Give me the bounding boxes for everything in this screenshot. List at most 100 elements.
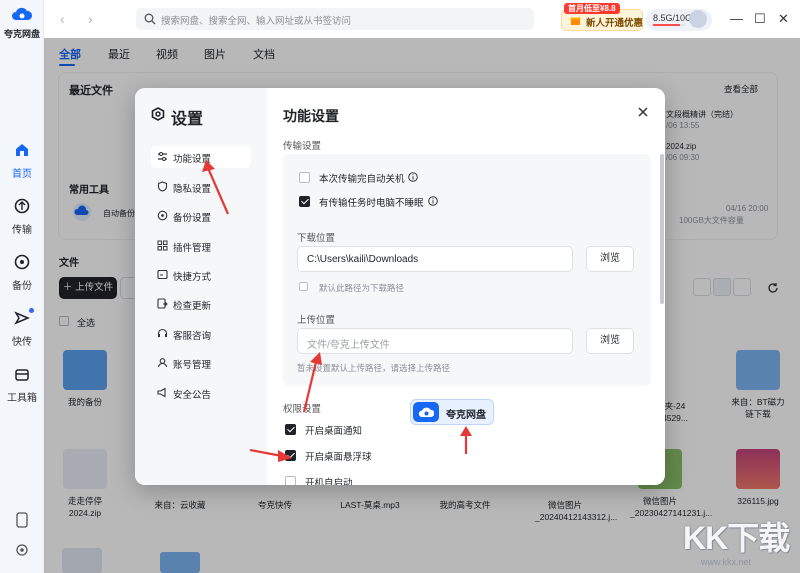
app-name: 夸克网盘 — [4, 29, 41, 39]
function-settings-title: 功能设置 — [283, 108, 339, 124]
close-window-icon[interactable]: ✕ — [778, 11, 789, 27]
info-icon[interactable] — [408, 172, 418, 182]
autostart-checkbox[interactable] — [285, 476, 296, 485]
settings-nav-shortcut[interactable]: 快捷方式 — [151, 264, 251, 286]
rail-item-label: 首页 — [12, 169, 32, 180]
search-placeholder: 搜索网盘、搜索全网、输入网址或从书签访问 — [161, 16, 352, 27]
settings-dialog: 设置 功能设置 隐私设置 备份设置 插件管理 快捷方式 检查更新 客服咨询 账号… — [135, 88, 665, 485]
watermark-logo: KK下载 www.kkx.net — [683, 513, 793, 567]
home-icon — [16, 144, 28, 156]
auto-shutdown-checkbox[interactable] — [299, 172, 310, 183]
red-arrow-annotation — [302, 352, 322, 413]
settings-nav-label: 客服咨询 — [173, 331, 212, 342]
settings-sidebar: 设置 功能设置 隐私设置 备份设置 插件管理 快捷方式 检查更新 客服咨询 账号… — [135, 88, 267, 485]
float-ball-label: 开启桌面悬浮球 — [305, 452, 372, 463]
search-input[interactable]: 搜索网盘、搜索全网、输入网址或从书签访问 — [136, 8, 534, 30]
download-path-field[interactable]: C:\Users\kaili\Downloads — [297, 246, 573, 272]
settings-nav-label: 安全公告 — [173, 390, 212, 401]
shield-icon — [157, 181, 168, 192]
backup-icon — [157, 210, 168, 221]
notification-dot — [29, 308, 34, 313]
quick-send-icon — [14, 311, 30, 325]
promo-text: 新人开通优惠 — [586, 18, 644, 29]
float-ball-logo — [413, 402, 439, 422]
megaphone-icon — [157, 387, 166, 398]
top-bar: ‹ › 搜索网盘、搜索全网、输入网址或从书签访问 首月低至¥8.8 新人开通优惠… — [44, 0, 800, 38]
upload-path-placeholder: 文件/夸克上传文件 — [307, 340, 390, 351]
headset-icon — [157, 328, 168, 337]
promo-tag: 首月低至¥8.8 — [564, 3, 620, 14]
cloud-logo-icon — [418, 407, 434, 417]
upload-path-field[interactable]: 文件/夸克上传文件 — [297, 328, 573, 354]
storage-text: 8.5G/10G — [653, 13, 693, 23]
rail-item-label: 备份 — [12, 281, 32, 292]
close-icon[interactable] — [635, 104, 651, 120]
update-icon — [157, 298, 168, 309]
minimize-icon[interactable]: — — [730, 11, 743, 26]
autostart-label: 开机自启动 — [305, 478, 353, 485]
settings-nav-label: 快捷方式 — [173, 272, 212, 283]
account-icon — [157, 358, 168, 368]
settings-nav-update[interactable]: 检查更新 — [151, 293, 251, 315]
desktop-float-ball[interactable]: 夸克网盘 — [410, 399, 494, 425]
phone-icon[interactable] — [15, 512, 29, 528]
rail-item-backup[interactable]: 备份 — [0, 254, 44, 292]
rail-item-quick-send[interactable]: 快传 — [0, 308, 44, 348]
watermark-text: KK下载 — [683, 520, 790, 556]
no-sleep-checkbox[interactable] — [299, 196, 310, 207]
forward-arrow-icon[interactable]: › — [88, 11, 93, 27]
settings-nav-label: 检查更新 — [173, 301, 212, 312]
back-arrow-icon[interactable]: ‹ — [60, 11, 65, 27]
red-arrow-annotation — [250, 448, 292, 462]
shortcut-icon — [157, 269, 168, 280]
red-arrow-annotation — [460, 426, 472, 454]
search-icon — [144, 13, 156, 25]
transfer-section-label: 传输设置 — [283, 141, 322, 152]
maximize-icon[interactable]: ☐ — [754, 11, 766, 27]
sliders-icon — [158, 152, 167, 161]
cloud-logo-icon — [12, 7, 33, 20]
gift-icon — [570, 17, 581, 25]
settings-title: 设置 — [171, 111, 204, 128]
avatar[interactable] — [689, 10, 707, 28]
settings-hex-icon — [151, 107, 165, 121]
gear-icon[interactable] — [15, 543, 29, 557]
red-arrow-annotation — [202, 160, 230, 215]
watermark-url: www.kkx.net — [701, 557, 752, 567]
rail-item-label: 工具箱 — [7, 393, 37, 404]
rail-item-label: 传输 — [12, 225, 32, 236]
desktop-notify-label: 开启桌面通知 — [305, 426, 363, 437]
transfer-icon — [14, 198, 30, 214]
rail-item-toolbox[interactable]: 工具箱 — [0, 366, 44, 404]
info-icon[interactable] — [428, 196, 438, 206]
app-logo: 夸克网盘 — [4, 6, 40, 40]
settings-nav-plugins[interactable]: 插件管理 — [151, 235, 251, 257]
grid-icon — [157, 240, 168, 251]
settings-nav-account[interactable]: 账号管理 — [151, 352, 251, 374]
upload-location-label: 上传位置 — [297, 315, 336, 326]
settings-nav-label: 插件管理 — [173, 243, 212, 254]
download-path-value: C:\Users\kaili\Downloads — [307, 254, 419, 265]
settings-nav-label: 账号管理 — [173, 360, 212, 371]
auto-shutdown-label: 本次传输完自动关机 — [319, 174, 405, 185]
float-ball-label: 夸克网盘 — [446, 410, 486, 421]
toolbox-icon — [15, 369, 29, 381]
default-download-label: 默认此路径为下载路径 — [319, 283, 405, 293]
rail-item-transfer[interactable]: 传输 — [0, 198, 44, 236]
upload-browse-button[interactable]: 浏览 — [586, 328, 634, 354]
desktop-notify-checkbox[interactable] — [285, 424, 296, 435]
download-location-label: 下载位置 — [297, 233, 336, 244]
scrollbar[interactable] — [660, 154, 664, 304]
settings-nav-support[interactable]: 客服咨询 — [151, 323, 251, 345]
promo-button[interactable]: 首月低至¥8.8 新人开通优惠 — [561, 3, 644, 31]
storage-bar — [653, 24, 685, 26]
no-sleep-label: 有传输任务时电脑不睡眠 — [319, 198, 424, 209]
rail-item-home[interactable]: 首页 — [0, 142, 44, 180]
download-browse-button[interactable]: 浏览 — [586, 246, 634, 272]
storage-fill — [653, 24, 681, 26]
rail-item-label: 快传 — [12, 337, 32, 348]
left-rail: 夸克网盘 首页 传输 备份 快传 工具箱 — [0, 0, 44, 573]
settings-nav-security[interactable]: 安全公告 — [151, 382, 251, 404]
default-download-checkbox[interactable] — [299, 282, 308, 291]
backup-icon — [14, 254, 30, 270]
